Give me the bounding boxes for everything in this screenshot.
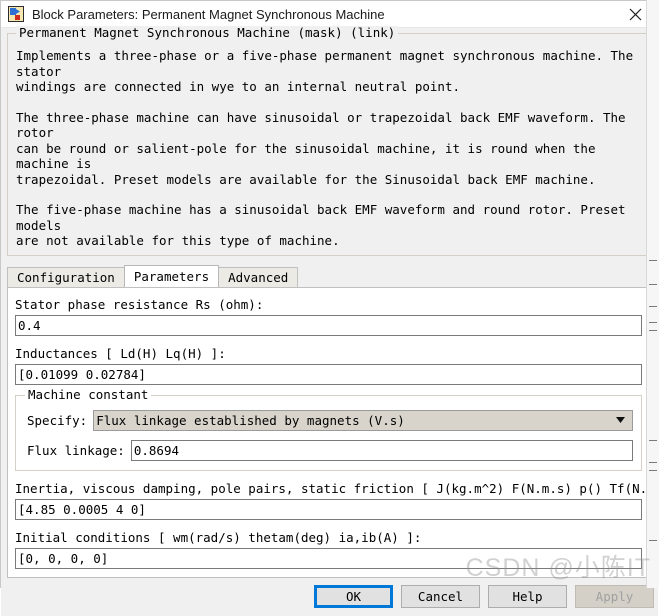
description-paragraph: The five-phase machine has a sinusoidal …: [16, 202, 626, 248]
flux-linkage-input[interactable]: [130, 439, 633, 461]
inductances-label: Inductances [ Ld(H) Lq(H) ]:: [15, 345, 226, 361]
machine-constant-groupbox: Machine constant Specify: Flux linkage e…: [15, 387, 642, 471]
machine-constant-group-title: Machine constant: [25, 387, 152, 402]
cancel-button[interactable]: Cancel: [401, 585, 480, 608]
parameters-tab-panel: Stator phase resistance Rs (ohm): Induct…: [7, 286, 650, 578]
dialog-content: Permanent Magnet Synchronous Machine (ma…: [1, 26, 658, 616]
inertia-input[interactable]: [15, 498, 642, 520]
description-body: Implements a three-phase or a five-phase…: [16, 34, 641, 249]
field-gap: [15, 471, 642, 478]
specify-dropdown-value: Flux linkage established by magnets (V.s…: [96, 412, 405, 428]
tab-configuration[interactable]: Configuration: [7, 266, 125, 287]
initial-conditions-label: Initial conditions [ wm(rad/s) thetam(de…: [15, 529, 422, 545]
chevron-down-icon: [612, 417, 628, 423]
title-bar: Block Parameters: Permanent Magnet Synch…: [1, 1, 658, 28]
tab-strip: Configuration Parameters Advanced: [7, 264, 658, 287]
flux-linkage-row: Flux linkage:: [24, 439, 633, 461]
description-group-title: Permanent Magnet Synchronous Machine (ma…: [16, 26, 399, 40]
ok-button[interactable]: OK: [314, 585, 393, 608]
field-gap: [15, 520, 642, 527]
field-gap: [15, 336, 642, 343]
tab-advanced[interactable]: Advanced: [218, 266, 299, 287]
dialog-button-bar: OK Cancel Help Apply: [1, 577, 658, 616]
window-title: Block Parameters: Permanent Magnet Synch…: [32, 6, 385, 22]
stator-resistance-input[interactable]: [15, 314, 642, 336]
stator-resistance-label: Stator phase resistance Rs (ohm):: [15, 296, 264, 312]
block-parameters-dialog: Block Parameters: Permanent Magnet Synch…: [0, 0, 659, 616]
description-paragraph: The three-phase machine can have sinusoi…: [16, 109, 626, 187]
tab-parameters[interactable]: Parameters: [123, 264, 220, 287]
flux-linkage-label: Flux linkage:: [27, 442, 125, 458]
specify-row: Specify: Flux linkage established by mag…: [24, 409, 633, 431]
specify-label: Specify:: [27, 412, 88, 428]
inertia-label: Inertia, viscous damping, pole pairs, st…: [15, 480, 650, 496]
inductances-input[interactable]: [15, 363, 642, 385]
description-groupbox: Permanent Magnet Synchronous Machine (ma…: [7, 26, 650, 256]
help-button[interactable]: Help: [488, 585, 567, 608]
simulink-block-icon: [8, 6, 24, 22]
description-paragraph: Implements a three-phase or a five-phase…: [16, 48, 634, 94]
specify-dropdown[interactable]: Flux linkage established by magnets (V.s…: [93, 409, 633, 431]
apply-button: Apply: [575, 585, 654, 608]
initial-conditions-input[interactable]: [15, 547, 642, 569]
background-window-sliver: [646, 0, 659, 588]
